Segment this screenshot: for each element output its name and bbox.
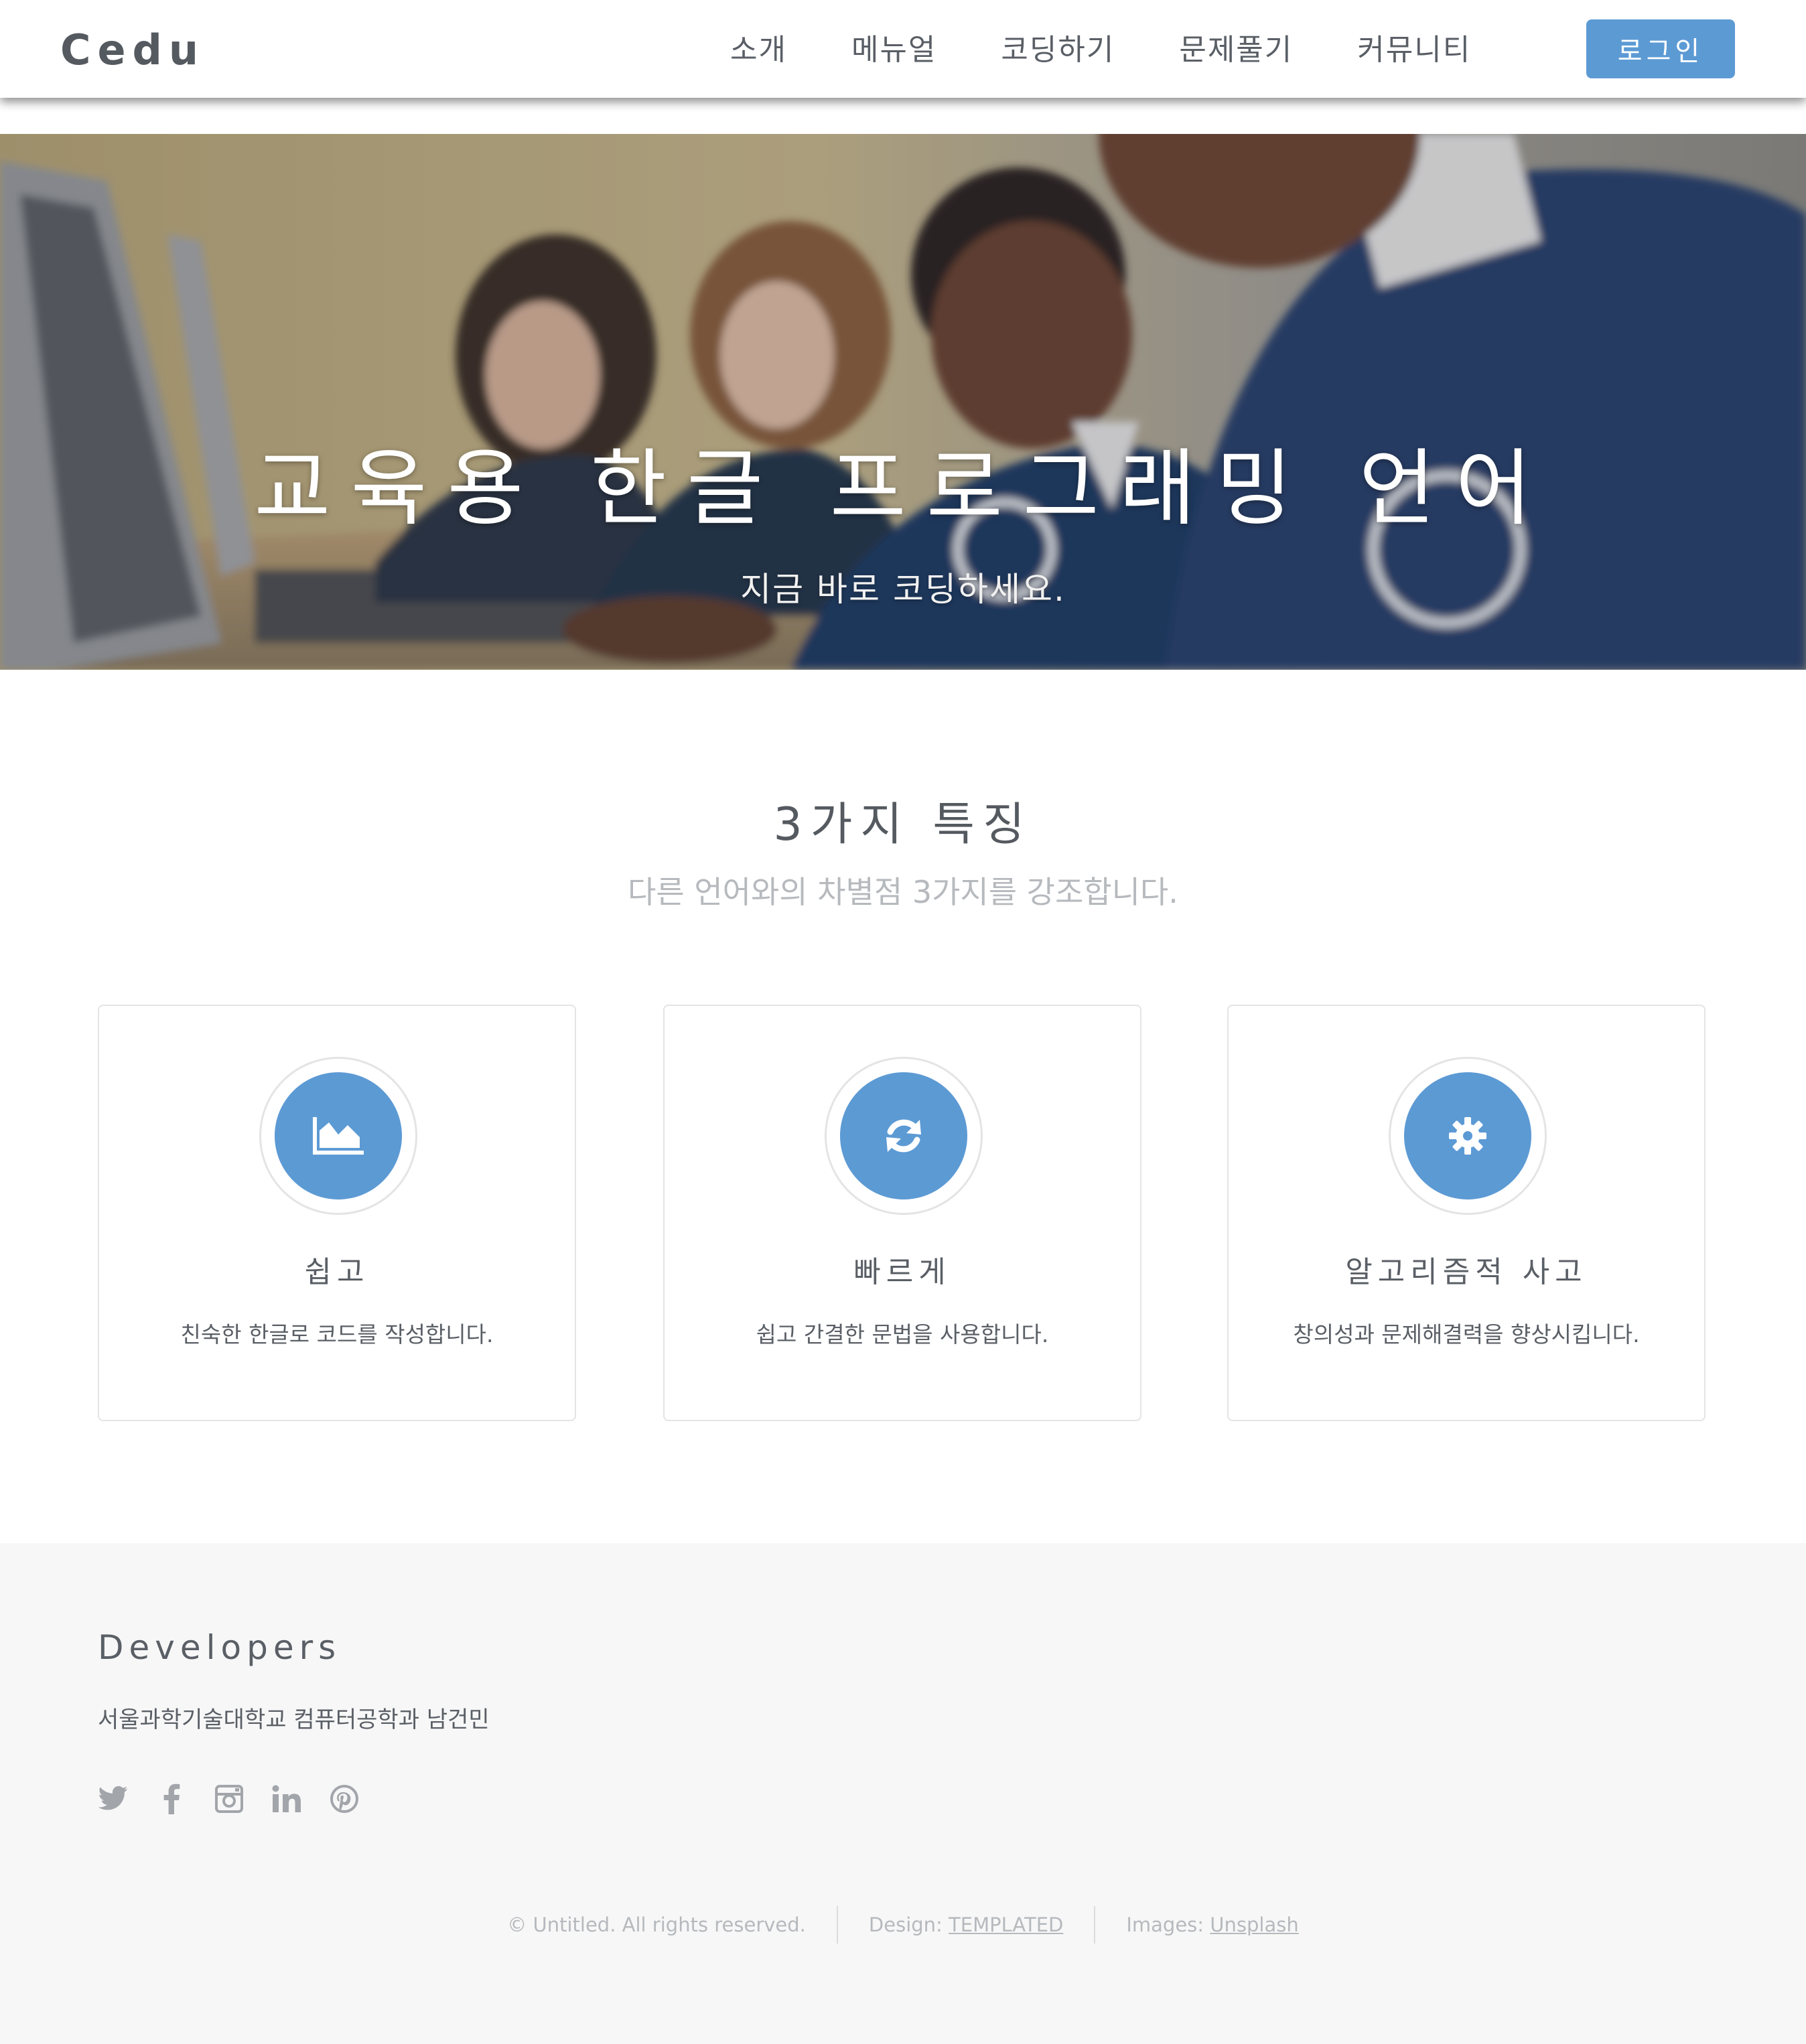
refresh-icon [840,1072,967,1199]
site-header: Cedu 소개 메뉴얼 코딩하기 문제풀기 커뮤니티 로그인 [0,0,1806,98]
area-chart-icon [275,1072,402,1199]
facebook-icon[interactable] [155,1783,188,1815]
images-credit: Images: Unsplash [1094,1906,1329,1944]
nav-item-problems[interactable]: 문제풀기 [1179,25,1293,68]
site-footer: Developers 서울과학기술대학교 컴퓨터공학과 남건민 © Untitl… [0,1543,1806,2044]
login-button[interactable]: 로그인 [1586,19,1735,78]
feature-card-title: 쉽고 [304,1255,370,1289]
feature-icon-ring [259,1057,417,1215]
nav-item-intro[interactable]: 소개 [730,25,787,68]
templated-link[interactable]: TEMPLATED [949,1913,1063,1936]
features-subtitle: 다른 언어와의 차별점 3가지를 강조합니다. [628,874,1178,910]
feature-icon-ring [825,1057,983,1215]
feature-icon-ring [1389,1057,1547,1215]
feature-card-title: 빠르게 [853,1255,951,1289]
gear-icon [1404,1072,1531,1199]
hero-title: 교육용 한글 프로그래밍 언어 [254,441,1552,537]
feature-card-algorithm: 알고리즘적 사고 창의성과 문제해결력을 향상시킵니다. [1227,1005,1706,1421]
design-credit-label: Design: [868,1913,949,1936]
hero-subtitle: 지금 바로 코딩하세요. [740,570,1066,609]
social-links [98,1783,386,1815]
instagram-icon[interactable] [213,1783,245,1815]
footer-heading: Developers [98,1628,342,1667]
twitter-icon[interactable] [98,1783,130,1815]
feature-card-easy: 쉽고 친숙한 한글로 코드를 작성합니다. [98,1005,576,1421]
site-logo[interactable]: Cedu [60,25,205,75]
main-nav: 소개 메뉴얼 코딩하기 문제풀기 커뮤니티 [730,27,1535,67]
feature-card-desc: 친숙한 한글로 코드를 작성합니다. [180,1321,494,1347]
nav-item-community[interactable]: 커뮤니티 [1357,25,1471,68]
hero-banner: 교육용 한글 프로그래밍 언어 지금 바로 코딩하세요. [0,134,1806,670]
unsplash-link[interactable]: Unsplash [1210,1913,1298,1936]
pinterest-icon[interactable] [328,1783,360,1815]
feature-card-title: 알고리즘적 사고 [1345,1255,1588,1289]
feature-card-fast: 빠르게 쉽고 간결한 문법을 사용합니다. [663,1005,1141,1421]
footer-developer-text: 서울과학기술대학교 컴퓨터공학과 남건민 [98,1706,490,1733]
copyright-text: © Untitled. All rights reserved. [507,1913,806,1936]
design-credit: Design: TEMPLATED [836,1906,1094,1944]
feature-card-desc: 쉽고 간결한 문법을 사용합니다. [756,1321,1049,1347]
feature-card-desc: 창의성과 문제해결력을 향상시킵니다. [1293,1321,1640,1347]
copyright-bar: © Untitled. All rights reserved. Design:… [0,1905,1806,1945]
features-title: 3가지 특징 [773,798,1033,851]
nav-item-manual[interactable]: 메뉴얼 [851,25,936,68]
images-credit-label: Images: [1126,1913,1210,1936]
linkedin-icon[interactable] [271,1783,303,1815]
nav-item-coding[interactable]: 코딩하기 [1001,25,1115,68]
